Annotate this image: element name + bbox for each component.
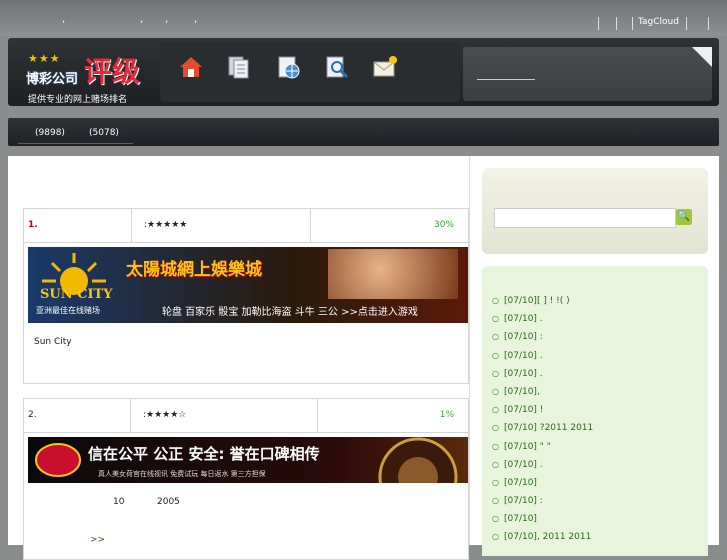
roulette-wheel-icon: [378, 437, 458, 483]
banner-subtitle: 亚洲最佳在线赌场: [36, 306, 100, 315]
nav-link-2[interactable]: ,: [140, 14, 143, 25]
more-link[interactable]: >>: [90, 535, 105, 545]
divider: [598, 17, 599, 30]
top-bar: , , , , TagCloud: [0, 0, 727, 36]
documents-icon[interactable]: [226, 54, 252, 80]
percent-value: 30%: [433, 220, 454, 230]
divider: [632, 17, 633, 30]
subnav-underline: [18, 143, 133, 144]
header-underline: [477, 79, 535, 80]
sub-navigation: (9898) (5078): [8, 118, 719, 146]
news-item[interactable]: [07/10] .: [492, 460, 593, 478]
star-rating: :★★★★★: [132, 209, 311, 242]
globe-icon[interactable]: [276, 54, 302, 80]
news-panel: [07/10][ ] ! !( ) [07/10] . [07/10] : [0…: [482, 266, 708, 556]
casino-description: Sun City: [34, 337, 72, 347]
news-item[interactable]: [07/10] .: [492, 314, 593, 332]
casino-entry-1: 1. :★★★★★ 30% SUN CITY 亚洲最佳在线赌场 太陽城網上娛樂城…: [23, 208, 469, 384]
news-item[interactable]: [07/10]: [492, 514, 593, 532]
news-item[interactable]: [07/10] !: [492, 405, 593, 423]
banner-title: 太陽城網上娛樂城: [126, 260, 262, 280]
banner-games: 轮盘 百家乐 骰宝 加勒比海盗 斗牛 三公 >>点击进入游戏: [162, 307, 418, 318]
sun-city-logo-text: SUN CITY: [40, 287, 113, 302]
main-content: 1. :★★★★★ 30% SUN CITY 亚洲最佳在线赌场 太陽城網上娛樂城…: [8, 156, 719, 560]
header-panel: [463, 47, 712, 101]
news-item[interactable]: [07/10] :: [492, 332, 593, 350]
page-curl: [692, 47, 712, 67]
casino-entry-2: 2. :★★★★☆ 1% 信在公平 公正 安全: 誉在口碑相传 真人美女荷官在线…: [23, 398, 469, 560]
news-item[interactable]: [07/10][ ] ! !( ): [492, 296, 593, 314]
nav-link-3[interactable]: ,: [165, 14, 168, 25]
logo-stars: ★★★: [28, 52, 61, 65]
site-logo[interactable]: ★★★ 博彩公司 评级 提供专业的网上赌场排名: [24, 46, 154, 105]
entry-header-row: 1. :★★★★★ 30%: [24, 209, 468, 243]
logo-brand: 博彩公司: [26, 72, 79, 87]
news-item[interactable]: [07/10]: [492, 478, 593, 496]
rank-number: 2.: [24, 399, 131, 432]
tagcloud-link[interactable]: TagCloud: [638, 17, 679, 27]
site-header: ★★★ 博彩公司 评级 提供专业的网上赌场排名: [8, 38, 719, 106]
casino-crest-icon: [35, 443, 81, 477]
logo-tagline: 提供专业的网上赌场排名: [28, 95, 128, 105]
percent-value: 1%: [439, 410, 454, 420]
icon-nav: [160, 42, 460, 102]
star-rating: :★★★★☆: [131, 399, 318, 432]
search-panel: 🔍: [482, 168, 708, 254]
news-item[interactable]: [07/10], 2011 2011: [492, 532, 593, 550]
second-casino-banner[interactable]: 信在公平 公正 安全: 誉在口碑相传 真人美女荷官在线视讯 免费试玩 每日返水 …: [28, 437, 468, 483]
subnav-count-1[interactable]: (9898): [35, 128, 65, 138]
divider: [708, 17, 709, 30]
sun-city-banner[interactable]: SUN CITY 亚洲最佳在线赌场 太陽城網上娛樂城 轮盘 百家乐 骰宝 加勒比…: [28, 247, 468, 323]
year-count: 10: [113, 497, 125, 507]
news-item[interactable]: [07/10],: [492, 387, 593, 405]
divider: [686, 17, 687, 30]
mail-icon[interactable]: [372, 54, 398, 80]
established-year: 2005: [157, 497, 180, 507]
ranking-list: 1. :★★★★★ 30% SUN CITY 亚洲最佳在线赌场 太陽城網上娛樂城…: [8, 156, 470, 560]
logo-title: 评级: [84, 55, 141, 88]
nav-link-1[interactable]: ,: [62, 14, 65, 25]
news-item[interactable]: [07/10] ?2011 2011: [492, 423, 593, 441]
news-item[interactable]: [07/10] " ": [492, 442, 593, 460]
banner-photo: [328, 249, 458, 299]
rank-number: 1.: [24, 209, 132, 242]
banner-subtitle: 真人美女荷官在线视讯 免费试玩 每日返水 第三方担保: [98, 470, 266, 478]
home-icon[interactable]: [178, 54, 204, 80]
news-item[interactable]: [07/10] :: [492, 496, 593, 514]
subnav-count-2[interactable]: (5078): [89, 128, 119, 138]
banner-title: 信在公平 公正 安全: 誉在口碑相传: [88, 445, 320, 463]
search-input[interactable]: [494, 208, 676, 228]
news-list: [07/10][ ] ! !( ) [07/10] . [07/10] : [0…: [492, 296, 593, 551]
search-doc-icon[interactable]: [324, 54, 350, 80]
entry-header-row: 2. :★★★★☆ 1%: [24, 399, 468, 433]
news-item[interactable]: [07/10] .: [492, 369, 593, 387]
nav-link-4[interactable]: ,: [194, 14, 197, 25]
search-button[interactable]: 🔍: [676, 209, 692, 225]
divider: [616, 17, 617, 30]
news-item[interactable]: [07/10] .: [492, 351, 593, 369]
